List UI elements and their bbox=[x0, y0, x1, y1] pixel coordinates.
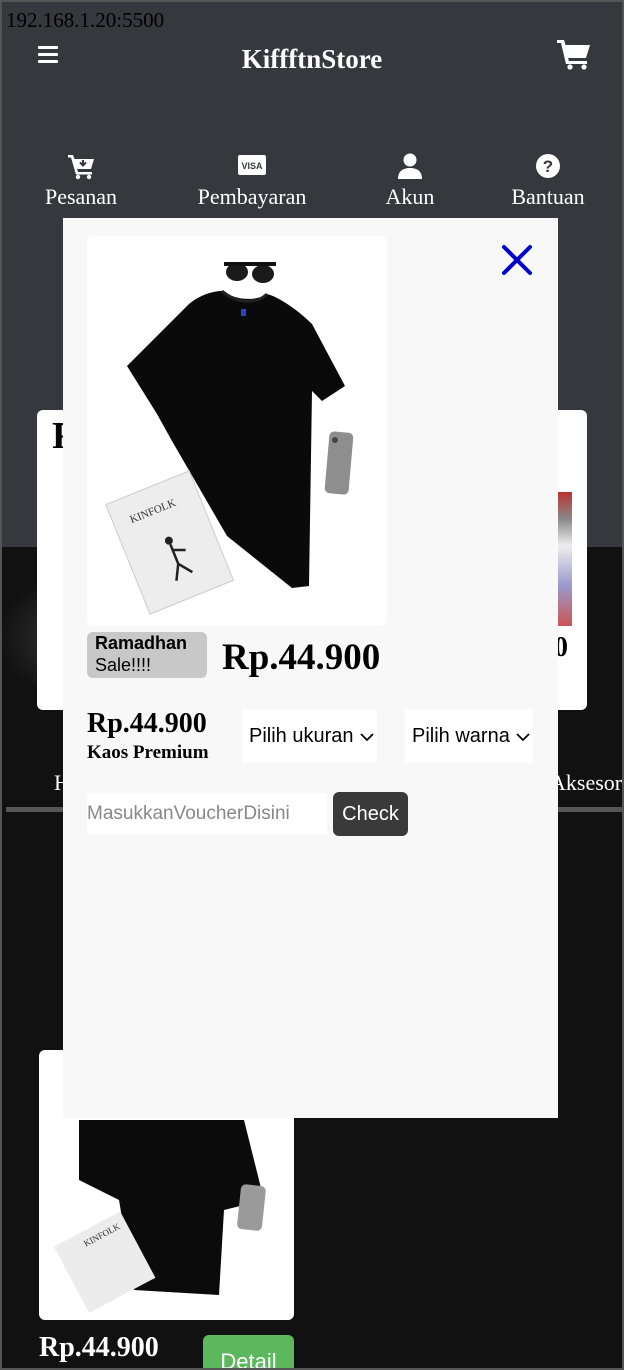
question-circle-icon: ? bbox=[504, 152, 592, 182]
category-aksesoris[interactable]: Aksesor bbox=[550, 770, 622, 796]
chevron-down-icon bbox=[516, 733, 530, 741]
size-select[interactable]: Pilih ukuran bbox=[242, 709, 377, 763]
nav-bantuan[interactable]: ? Bantuan bbox=[504, 152, 592, 210]
color-select-value: Pilih warna bbox=[412, 725, 510, 747]
nav-label: Bantuan bbox=[511, 184, 585, 209]
check-voucher-button[interactable]: Check bbox=[333, 792, 408, 836]
visa-card-icon: VISA bbox=[190, 152, 314, 182]
svg-text:VISA: VISA bbox=[241, 161, 263, 171]
color-select[interactable]: Pilih warna bbox=[405, 709, 533, 763]
url-text: 192.168.1.20:5500 bbox=[6, 8, 165, 32]
badge-line2: Sale!!!! bbox=[95, 655, 152, 675]
svg-text:?: ? bbox=[543, 157, 553, 176]
badge-line1: Ramadhan bbox=[95, 633, 188, 653]
nav-label: Pesanan bbox=[44, 184, 118, 209]
nav-pesanan[interactable]: Pesanan bbox=[40, 152, 122, 210]
brand-title[interactable]: KiffftnStore bbox=[2, 44, 622, 75]
product-modal: KINFOLK Ramadhan Sale!!!! Rp.44.900 Rp.4… bbox=[63, 218, 558, 1118]
size-select-value: Pilih ukuran bbox=[249, 725, 354, 747]
sale-badge: Ramadhan Sale!!!! bbox=[87, 632, 207, 678]
voucher-placeholder: MasukkanVoucherDisini bbox=[87, 803, 290, 824]
voucher-input[interactable]: MasukkanVoucherDisini bbox=[87, 793, 327, 835]
product-name: Kaos Premium bbox=[87, 742, 209, 763]
nav-label: Pembayaran bbox=[197, 184, 307, 209]
chevron-down-icon bbox=[359, 733, 374, 741]
close-icon[interactable] bbox=[499, 242, 535, 278]
cart-download-icon bbox=[40, 152, 122, 182]
sunglasses-icon bbox=[224, 262, 276, 283]
user-icon bbox=[378, 152, 442, 182]
modal-price-large: Rp.44.900 bbox=[222, 637, 381, 678]
product-image: KINFOLK bbox=[87, 236, 387, 626]
tshirt-flatlay-image: KINFOLK bbox=[105, 262, 354, 615]
modal-price: Rp.44.900 bbox=[87, 708, 207, 739]
product-price: Rp.44.900 bbox=[39, 1332, 159, 1363]
nav-label: Akun bbox=[385, 184, 435, 209]
nav-akun[interactable]: Akun bbox=[378, 152, 442, 210]
nav-pembayaran[interactable]: VISA Pembayaran bbox=[190, 152, 314, 210]
cart-icon[interactable] bbox=[556, 38, 592, 75]
browser-viewport: 192.168.1.20:5500 KiffftnStore Pesanan V… bbox=[0, 0, 624, 1370]
detail-button[interactable]: Detail bbox=[203, 1335, 294, 1368]
